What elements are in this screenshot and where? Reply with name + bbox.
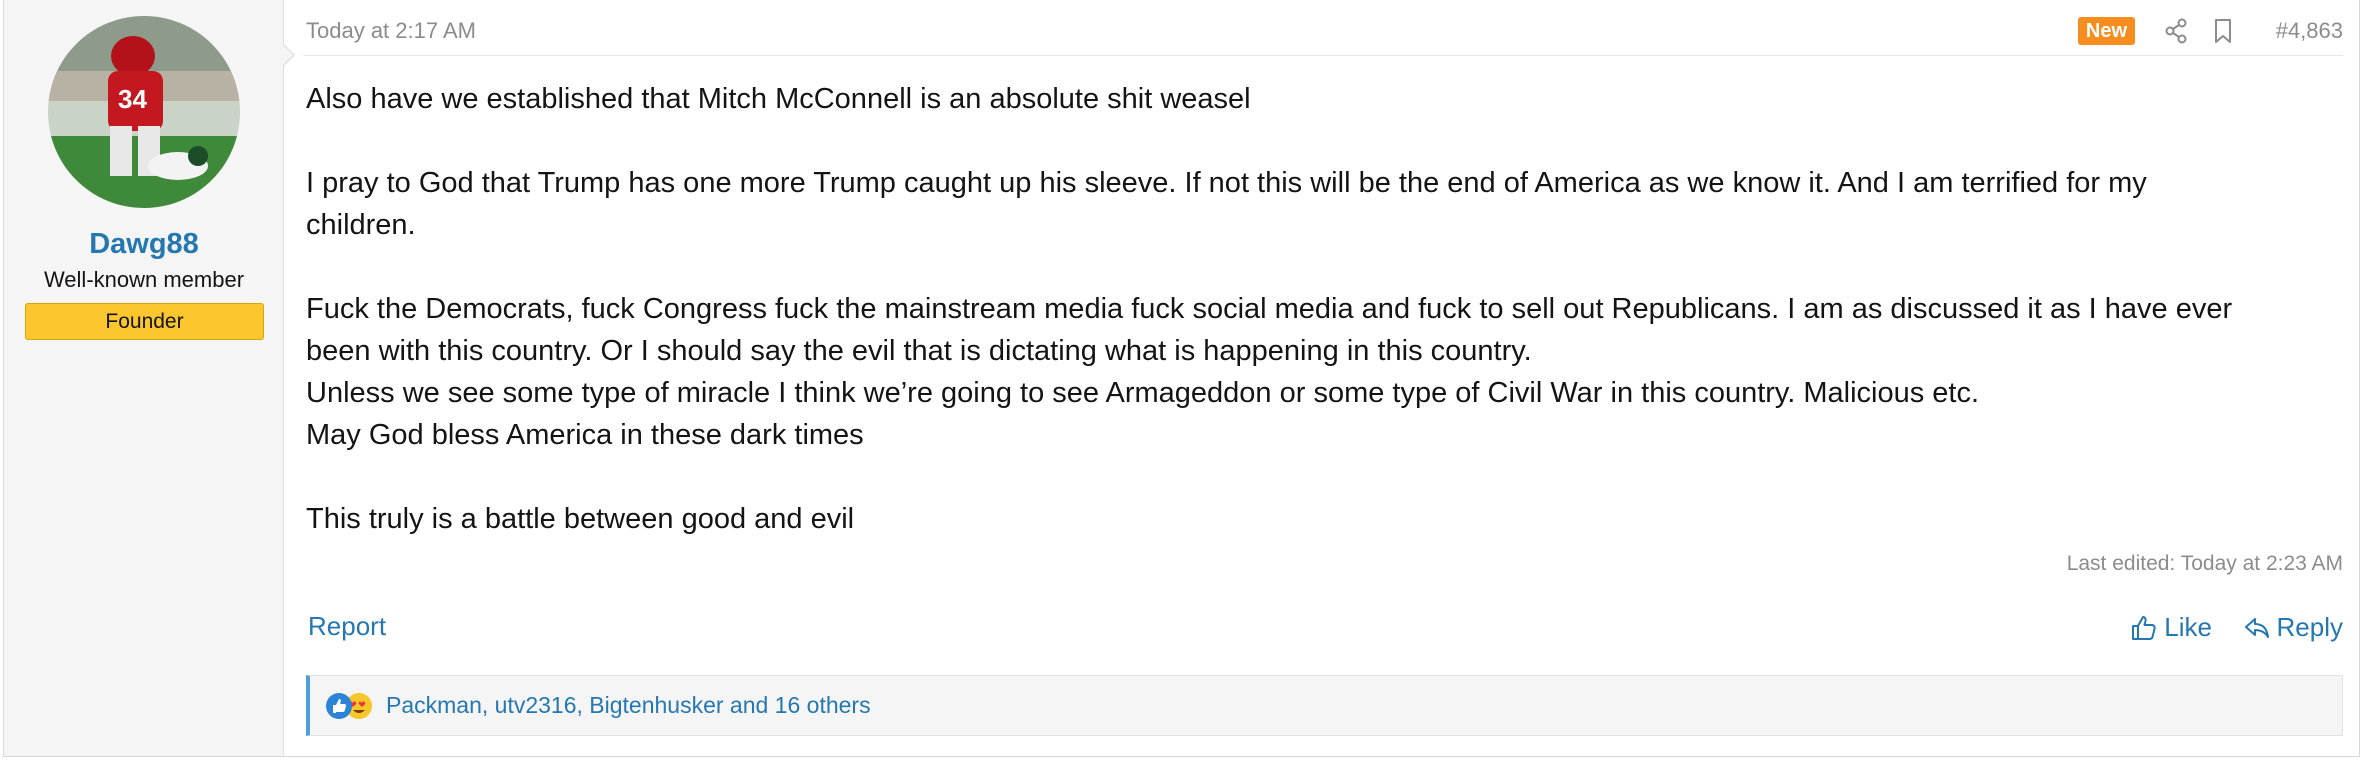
new-badge: New [2077,17,2135,45]
post-paragraph: I pray to God that Trump has one more Tr… [306,167,2147,241]
user-banner: Founder [25,303,264,340]
like-label: Like [2164,612,2212,642]
paragraph-spacer [306,456,2346,498]
thumbs-up-icon [2132,615,2156,640]
post-number[interactable]: #4,863 [2276,18,2343,44]
post-body: Also have we established that Mitch McCo… [306,78,2346,540]
post-attribution: Today at 2:17 AM New #4,863 [303,0,2343,56]
post-paragraph: This truly is a battle between good and … [306,503,855,535]
username[interactable]: Dawg88 [4,228,284,261]
reactions-list[interactable]: Packman, utv2316, Bigtenhusker and 16 ot… [386,692,871,719]
forum-post: 34 Dawg88 Well-known member Founder Toda… [3,0,2360,757]
reply-label: Reply [2276,612,2343,642]
post-paragraph: May God bless America in these dark time… [306,419,864,451]
avatar-image: 34 [48,16,240,208]
report-link[interactable]: Report [308,611,386,642]
post-main: Today at 2:17 AM New #4,863 Also have we… [303,0,2343,756]
user-avatar[interactable]: 34 [48,16,240,208]
post-paragraph: Also have we established that Mitch McCo… [306,83,1251,115]
like-button[interactable]: Like [2130,612,2212,643]
bookmark-icon[interactable] [2213,18,2233,44]
paragraph-spacer [306,120,2346,162]
reactions-bar[interactable]: Packman, utv2316, Bigtenhusker and 16 ot… [306,675,2343,736]
post-date[interactable]: Today at 2:17 AM [306,18,476,44]
post-paragraph: Unless we see some type of miracle I thi… [306,377,1980,409]
svg-text:34: 34 [118,84,147,114]
reply-icon [2244,617,2269,638]
paragraph-spacer [306,246,2346,288]
reaction-icons [325,691,373,721]
message-arrow [283,44,295,66]
share-icon[interactable] [2164,18,2188,44]
user-cell: 34 Dawg88 Well-known member Founder [4,0,284,756]
user-title: Well-known member [43,267,245,292]
post-paragraph: Fuck the Democrats, fuck Congress fuck t… [306,293,2233,367]
last-edited: Last edited: Today at 2:23 AM [2066,552,2343,575]
reply-button[interactable]: Reply [2243,612,2343,643]
